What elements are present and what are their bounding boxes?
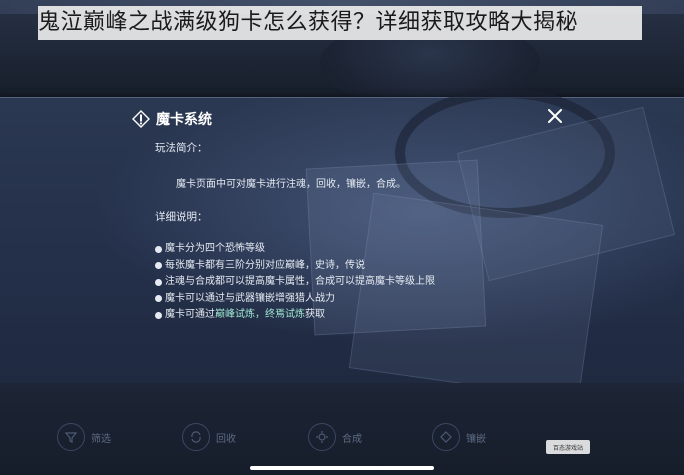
title-banner: 鬼泣巅峰之战满级狗卡怎么获得？详细获取攻略大揭秘 [38,6,642,40]
recycle-label: 回收 [216,433,236,445]
detail-text: 魔卡分为四个恐怖等级 [165,243,265,254]
watermark: 百态游戏站 [546,440,590,454]
detail-text: 每张魔卡都有三阶分别对应巅峰，史诗，传说 [165,259,365,271]
recycle-button[interactable]: 回收 [182,423,236,451]
info-diamond-icon [132,110,150,128]
recycle-icon[interactable] [182,423,210,451]
filter-label: 筛选 [91,433,111,445]
intro-heading: 玩法简介： [155,142,208,154]
detail-text: 魔卡可以通过与武器镶嵌增强猎人战力 [165,292,335,304]
list-item: 魔卡可通过 巅峰试炼，终焉试炼 获取 [155,307,435,324]
merge-button[interactable]: 合成 [308,423,362,451]
detail-highlight: 巅峰试炼，终焉试炼 [215,309,305,320]
detail-text: 魔卡可通过 [165,309,215,320]
list-item: 每张魔卡都有三阶分别对应巅峰，史诗，传说 [155,258,435,275]
intro-text: 魔卡页面中可对魔卡进行注魂，回收，镶嵌，合成。 [176,179,406,190]
detail-text: 注魂与合成都可以提高魔卡属性，合成可以提高魔卡等级上限 [165,276,435,287]
list-item: 魔卡分为四个恐怖等级 [155,241,435,258]
list-item: 注魂与合成都可以提高魔卡属性，合成可以提高魔卡等级上限 [155,274,435,291]
detail-text: 获取 [305,309,325,320]
filter-icon[interactable] [57,423,85,451]
merge-icon[interactable] [308,423,336,451]
filter-button[interactable]: 筛选 [57,423,111,451]
home-indicator[interactable] [250,466,434,470]
bullet-icon [155,311,162,319]
dialog-header: 魔卡系统 [132,109,212,129]
bullet-icon [155,295,162,303]
bullet-icon [155,245,162,253]
inlay-button[interactable]: 镶嵌 [432,423,486,451]
bullet-icon [155,262,162,270]
detail-list: 魔卡分为四个恐怖等级 每张魔卡都有三阶分别对应巅峰，史诗，传说 注魂与合成都可以… [155,241,435,324]
detail-heading: 详细说明： [155,211,208,223]
banner-title: 鬼泣巅峰之战满级狗卡怎么获得？详细获取攻略大揭秘 [38,10,579,35]
dialog-title: 魔卡系统 [156,112,212,128]
merge-label: 合成 [342,433,362,445]
close-button[interactable] [545,106,565,126]
list-item: 魔卡可以通过与武器镶嵌增强猎人战力 [155,291,435,308]
close-icon[interactable] [548,109,562,123]
bullet-icon [155,278,162,286]
inlay-icon[interactable] [432,423,460,451]
card-system-dialog: 魔卡系统 玩法简介： 魔卡页面中可对魔卡进行注魂，回收，镶嵌，合成。 详细说明：… [0,88,684,401]
bottom-toolbar: 筛选 回收 合成 镶嵌 [0,383,684,475]
inlay-label: 镶嵌 [466,433,486,445]
